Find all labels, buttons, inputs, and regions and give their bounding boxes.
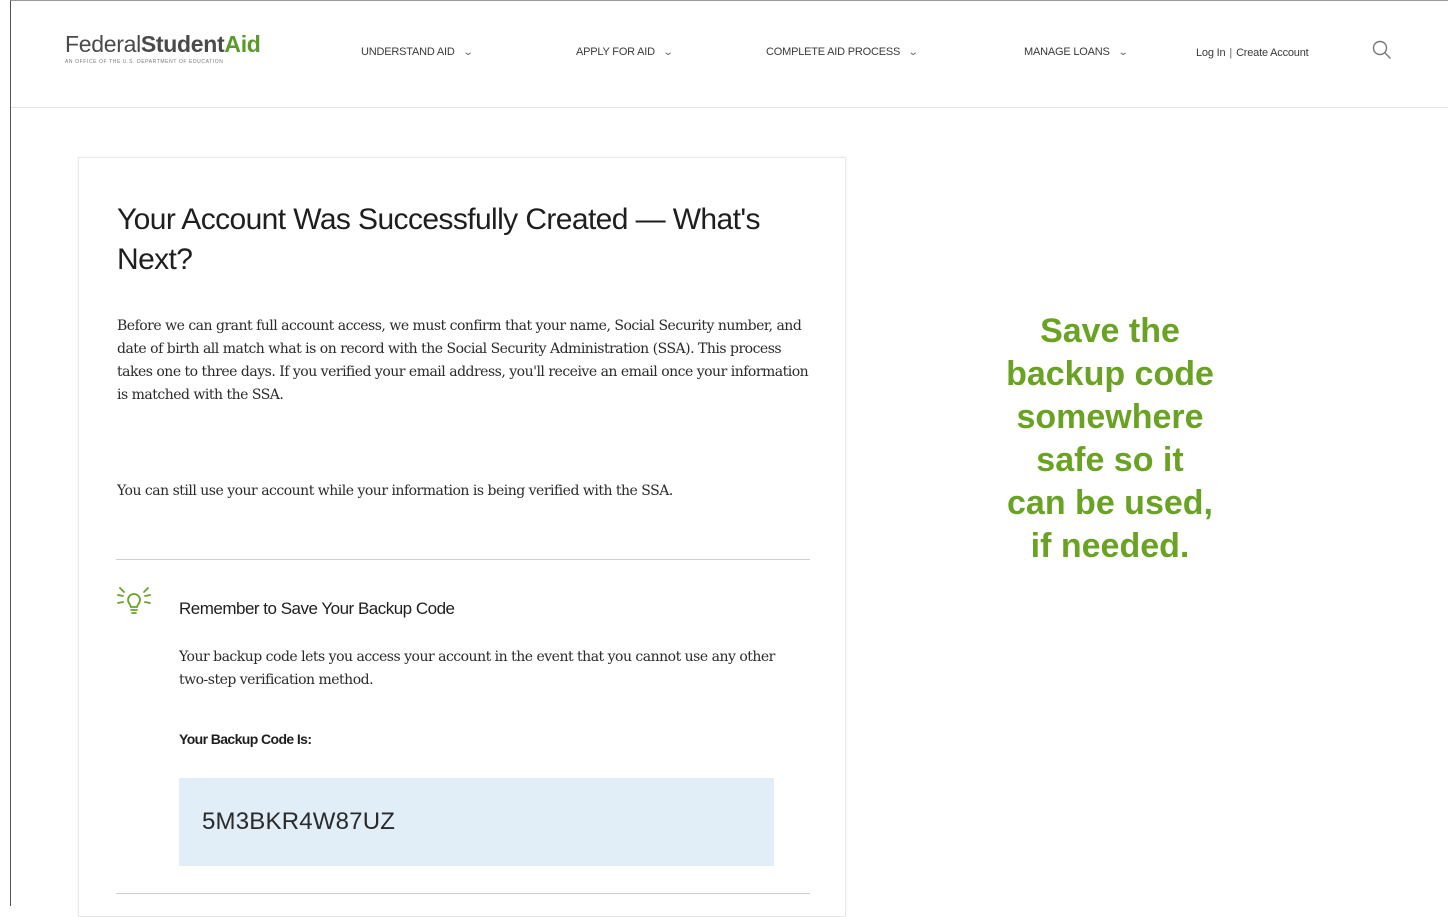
reminder-text: Your backup code lets you access your ac… [179,649,775,688]
chevron-down-icon: ⌄ [662,47,674,58]
auth-separator: | [1229,47,1233,59]
search-icon[interactable] [1371,39,1393,61]
nav-manage-loans[interactable]: MANAGE LOANS ⌄ [1024,46,1129,58]
nav-understand-aid-label: UNDERSTAND AID [361,46,455,58]
callout-line: safe so it [1036,441,1184,479]
nav-complete-aid-process-label: COMPLETE AID PROCESS [766,46,901,58]
federal-student-aid-logo[interactable]: FederalStudentAid AN OFFICE of the U.S. … [65,31,261,65]
logo-word-federal: Federal [65,31,141,57]
nav-understand-aid[interactable]: UNDERSTAND AID ⌄ [361,46,473,58]
login-link[interactable]: Log In [1196,47,1226,59]
page-title: Your Account Was Successfully Created — … [117,203,760,276]
backup-code-box: 5M3BKR4W87UZ [179,778,774,866]
reminder-title: Remember to Save Your Backup Code [179,599,455,618]
callout-line: Save the [1040,312,1180,350]
logo-word-student: Student [140,31,225,57]
nav-apply-for-aid[interactable]: APPLY FOR AID ⌄ [576,46,674,58]
callout-line: backup code [1006,355,1214,393]
logo-wordmark: FederalStudentAid [65,31,261,57]
lightbulb-icon [117,587,151,614]
instruction-callout: Save the backup code somewhere safe so i… [960,310,1260,568]
callout-line: can be used, [1007,484,1213,522]
backup-code-value: 5M3BKR4W87UZ [202,808,396,835]
divider [116,559,810,560]
callout-line: if needed. [1030,527,1190,565]
nav-apply-for-aid-label: APPLY FOR AID [576,46,655,58]
auth-links: Log In | Create Account [1196,47,1309,59]
account-created-card: Your Account Was Successfully Created — … [78,157,846,917]
divider [116,893,810,894]
chevron-down-icon: ⌄ [907,47,919,58]
callout-line: somewhere [1016,398,1204,436]
logo-word-aid: Aid [224,31,261,57]
chevron-down-icon: ⌄ [462,47,473,58]
chevron-down-icon: ⌄ [1117,47,1129,58]
backup-code-label: Your Backup Code Is: [179,731,312,747]
confirmation-paragraph: Before we can grant full account access,… [117,318,809,403]
nav-manage-loans-label: MANAGE LOANS [1024,46,1110,58]
nav-complete-aid-process[interactable]: COMPLETE AID PROCESS ⌄ [766,46,919,58]
create-account-link[interactable]: Create Account [1236,47,1309,59]
site-header: FederalStudentAid AN OFFICE of the U.S. … [11,1,1448,108]
logo-tagline: AN OFFICE of the U.S. DEPARTMENT of EDUC… [65,59,224,65]
verification-paragraph: You can still use your account while you… [117,483,673,499]
